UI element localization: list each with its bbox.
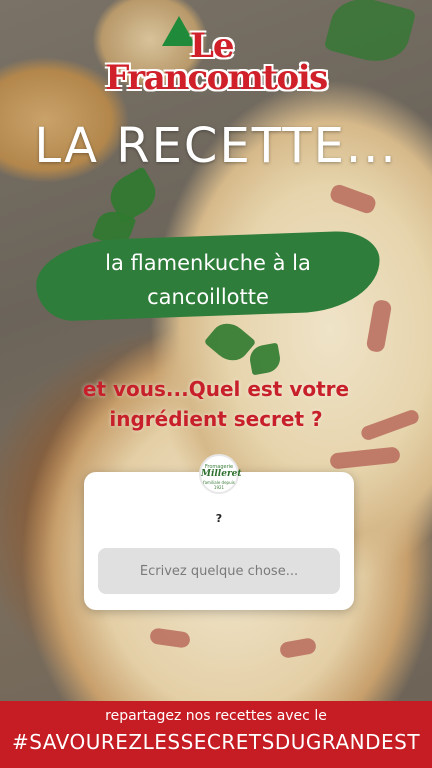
footer-text: repartagez nos recettes avec le xyxy=(105,708,327,724)
question-line2: ingrédient secret ? xyxy=(109,407,323,431)
question-prompt: ? xyxy=(215,512,223,525)
badge-name: Milleret xyxy=(201,469,242,479)
recipe-title-line1: la flamenkuche à la xyxy=(105,251,311,275)
brand-logo: Francomtois xyxy=(105,58,328,98)
fromagerie-badge: Fromagerie Milleret familiale depuis 192… xyxy=(199,454,242,494)
answer-input[interactable] xyxy=(98,548,340,594)
headline: LA RECETTE... xyxy=(34,118,398,174)
recipe-title: la flamenkuche à la cancoillotte xyxy=(36,246,380,314)
question-line1: et vous...Quel est votre xyxy=(82,377,350,401)
question-text: et vous...Quel est votre ingrédient secr… xyxy=(40,374,392,434)
badge-bottom: familiale depuis 1921 xyxy=(203,480,235,490)
recipe-title-line2: cancoillotte xyxy=(147,285,269,309)
footer-hashtag: #SAVOUREZLESSECRETSDUGRANDEST xyxy=(11,730,421,754)
